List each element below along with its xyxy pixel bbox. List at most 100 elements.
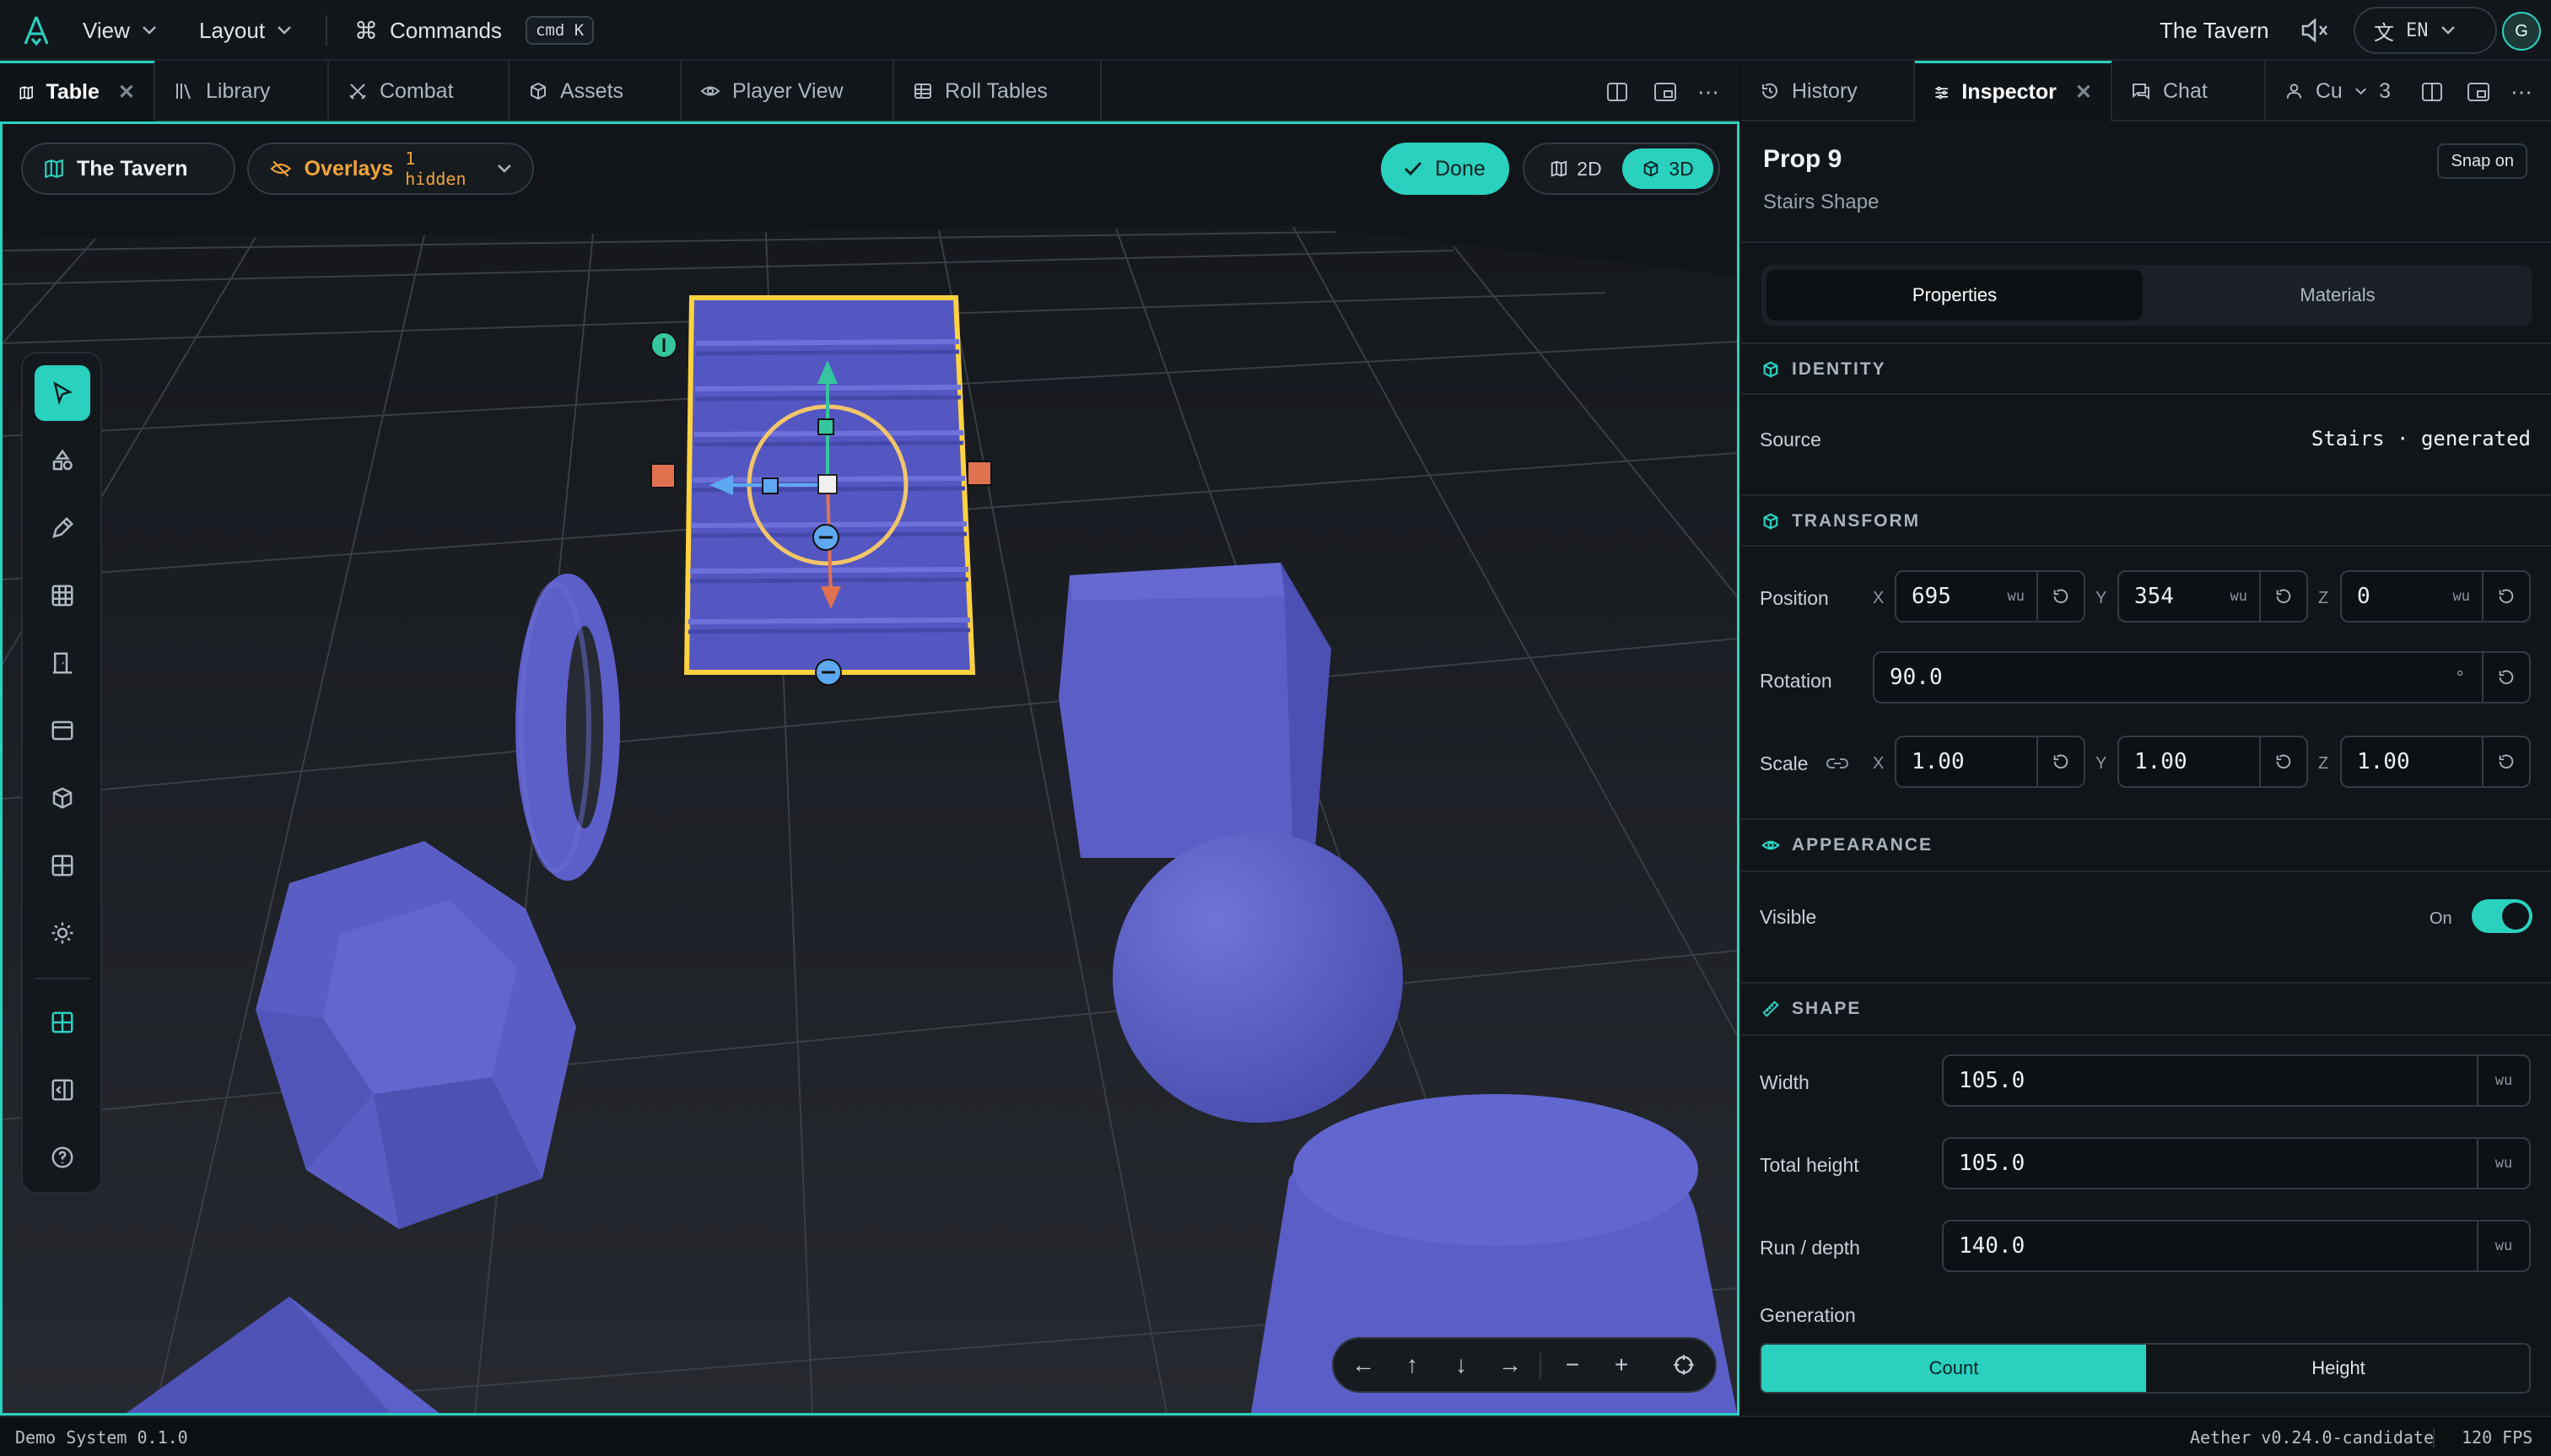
draw-tool[interactable] — [35, 500, 90, 556]
view-menu[interactable]: View — [83, 0, 157, 61]
torus-prop[interactable] — [515, 574, 620, 881]
reset-icon[interactable] — [2482, 653, 2529, 702]
popout-icon[interactable] — [1653, 81, 1677, 103]
light-tool[interactable] — [35, 905, 90, 961]
cube-icon — [1763, 361, 1778, 378]
reset-icon[interactable] — [2482, 572, 2529, 621]
mode-3d-button[interactable]: 3D — [1621, 148, 1713, 189]
position-y-field[interactable]: 354 wu — [2117, 570, 2308, 623]
total-height-field[interactable]: 105.0 wu — [1942, 1137, 2531, 1189]
tab-library[interactable]: Library — [155, 61, 329, 121]
transform-header[interactable]: TRANSFORM — [1741, 494, 2551, 545]
tab-history[interactable]: History — [1741, 61, 1915, 121]
run-depth-field[interactable]: 140.0 wu — [1942, 1220, 2531, 1272]
map-grid-tool[interactable] — [35, 995, 90, 1050]
zoom-in-button[interactable]: + — [1602, 1345, 1641, 1384]
reset-icon[interactable] — [2259, 737, 2306, 786]
pan-down-button[interactable]: ↓ — [1442, 1345, 1480, 1384]
tab-combat[interactable]: Combat — [329, 61, 510, 121]
tab-assets[interactable]: Assets — [510, 61, 682, 121]
translate-icon: 文 — [2374, 21, 2394, 45]
position-x-field[interactable]: 695 wu — [1895, 570, 2085, 623]
help-tool[interactable] — [35, 1130, 90, 1185]
sphere-prop[interactable] — [1113, 833, 1403, 1123]
tab-chat[interactable]: Chat — [2112, 61, 2266, 121]
tab-player-view[interactable]: Player View — [682, 61, 894, 121]
done-button[interactable]: Done — [1381, 143, 1509, 195]
pan-left-button[interactable]: ← — [1344, 1345, 1383, 1384]
avatar[interactable]: G — [2502, 12, 2541, 51]
library-icon — [176, 84, 191, 100]
top-bar: View Layout ⌘ Commands cmd K The Tavern … — [0, 0, 2551, 61]
recenter-button[interactable] — [1664, 1345, 1703, 1384]
scene-viewport[interactable]: The Tavern Overlays 1 hidden Done 2D 3D — [0, 121, 1739, 1416]
run-depth-value: 140.0 — [1959, 1233, 2025, 1259]
generation-count-button[interactable]: Count — [1761, 1345, 2146, 1392]
mode-2d-button[interactable]: 2D — [1529, 148, 1622, 189]
shapes-tool[interactable] — [35, 433, 90, 488]
reset-icon[interactable] — [2482, 737, 2529, 786]
reset-icon[interactable] — [2036, 572, 2084, 621]
appearance-header[interactable]: APPEARANCE — [1741, 818, 2551, 871]
shape-header[interactable]: SHAPE — [1741, 982, 2551, 1034]
tab-materials[interactable]: Materials — [2149, 270, 2526, 321]
rotation-field[interactable]: 90.0 ° — [1873, 651, 2531, 704]
tile-tool[interactable] — [35, 838, 90, 893]
tab-users[interactable]: Cu 3 — [2266, 61, 2409, 121]
pan-right-button[interactable]: → — [1491, 1345, 1529, 1384]
resize-handle-left[interactable] — [650, 463, 676, 488]
sidebar-tool[interactable] — [35, 1062, 90, 1118]
scale-y-value: 1.00 — [2134, 749, 2187, 774]
tab-properties[interactable]: Properties — [1766, 270, 2143, 321]
overlays-dropdown[interactable]: Overlays 1 hidden — [247, 143, 534, 195]
shape-section: Width 105.0 wu Total height 105.0 wu Run… — [1741, 1034, 2551, 1416]
split-view-icon[interactable] — [1606, 81, 1628, 103]
zoom-out-button[interactable]: − — [1553, 1345, 1592, 1384]
tool-palette — [21, 352, 102, 1194]
close-icon[interactable]: ✕ — [2075, 80, 2092, 105]
select-tool[interactable] — [35, 365, 90, 421]
reset-icon[interactable] — [2036, 737, 2084, 786]
scene-pill[interactable]: The Tavern — [21, 143, 235, 195]
width-field[interactable]: 105.0 wu — [1942, 1054, 2531, 1107]
cube-prop[interactable] — [1059, 563, 1331, 858]
tiles-icon — [51, 855, 73, 876]
box-icon — [531, 82, 546, 100]
grid-tool[interactable] — [35, 568, 90, 623]
reset-icon[interactable] — [2259, 572, 2306, 621]
inspector-panel: Prop 9 Stairs Shape Snap on Properties M… — [1741, 121, 2551, 1416]
map-icon — [19, 85, 33, 100]
tab-roll-tables[interactable]: Roll Tables — [894, 61, 1102, 121]
scale-y-field[interactable]: 1.00 — [2117, 736, 2308, 788]
more-icon[interactable]: ⋯ — [1697, 79, 1719, 105]
popout-icon[interactable] — [2467, 81, 2490, 103]
view-mode-toggle[interactable]: 2D 3D — [1523, 143, 1720, 195]
door-tool[interactable] — [35, 635, 90, 691]
scale-x-field[interactable]: 1.00 — [1895, 736, 2085, 788]
tab-inspector[interactable]: Inspector ✕ — [1915, 61, 2112, 121]
3d-scene[interactable] — [3, 124, 1737, 1413]
scale-z-field[interactable]: 1.00 — [2340, 736, 2531, 788]
mute-icon[interactable] — [2300, 0, 2330, 61]
generation-height-button[interactable]: Height — [2146, 1345, 2529, 1392]
split-view-icon[interactable] — [2421, 81, 2443, 103]
snap-toggle[interactable]: Snap on — [2437, 143, 2527, 179]
layout-menu[interactable]: Layout — [199, 0, 292, 61]
visible-state: On — [2430, 909, 2452, 928]
commands-button[interactable]: ⌘ Commands cmd K — [354, 0, 595, 61]
pan-up-button[interactable]: ↑ — [1393, 1345, 1432, 1384]
visible-toggle[interactable] — [2472, 899, 2532, 933]
link-icon[interactable] — [1826, 754, 1849, 773]
tab-table[interactable]: Table ✕ — [0, 61, 155, 121]
more-icon[interactable]: ⋯ — [2511, 79, 2532, 105]
panel-tool[interactable] — [35, 703, 90, 758]
position-z-field[interactable]: 0 wu — [2340, 570, 2531, 623]
total-height-label: Total height — [1760, 1154, 1859, 1176]
prop-tool[interactable] — [35, 770, 90, 826]
close-icon[interactable]: ✕ — [118, 80, 135, 105]
identity-header[interactable]: IDENTITY — [1741, 342, 2551, 393]
app-logo-icon[interactable] — [22, 0, 51, 61]
language-selector[interactable]: 文 EN — [2354, 7, 2497, 54]
resize-handle-right[interactable] — [967, 461, 992, 486]
run-depth-label: Run / depth — [1760, 1237, 1860, 1259]
